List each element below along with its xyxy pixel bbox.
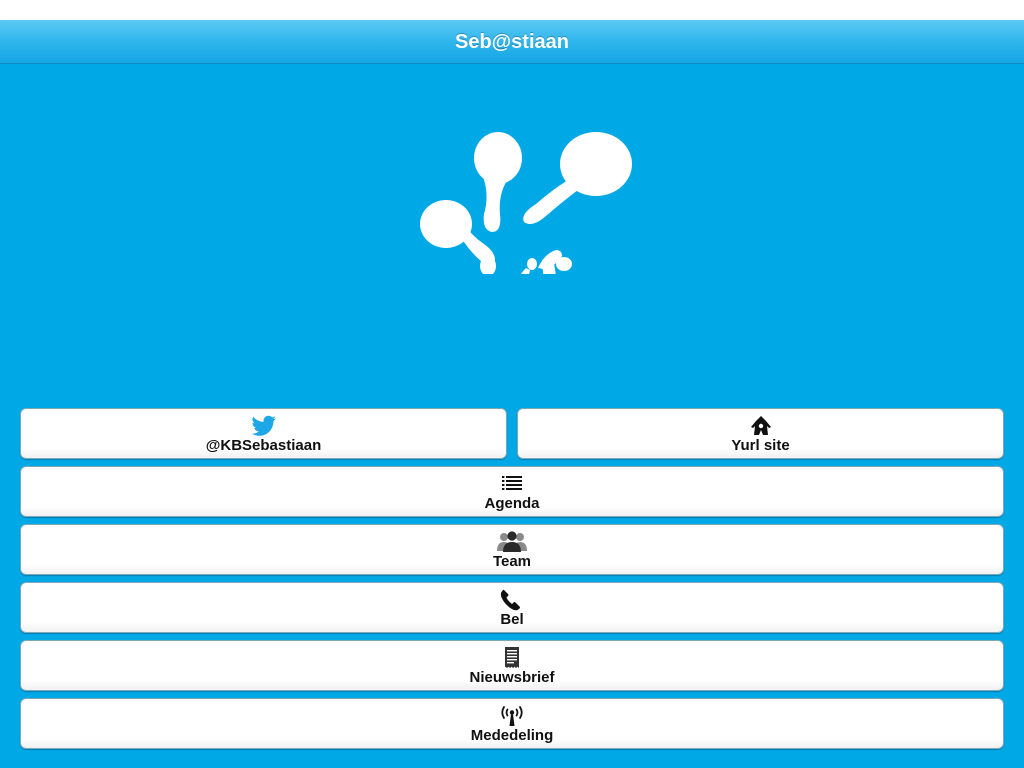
call-button[interactable]: Bel — [20, 582, 1004, 633]
navigation-bar: Seb@stiaan — [0, 20, 1024, 64]
splash-logo-icon — [420, 132, 632, 274]
team-button[interactable]: Team — [20, 524, 1004, 575]
twitter-bird-icon — [251, 415, 276, 436]
agenda-button-label: Agenda — [484, 495, 540, 512]
team-button-label: Team — [492, 553, 532, 570]
newsletter-icon — [505, 647, 519, 668]
twitter-button-label: @KBSebastiaan — [205, 437, 322, 454]
yurl-site-icon — [750, 416, 771, 435]
list-icon — [502, 476, 522, 490]
announcement-button-label: Mededeling — [470, 727, 554, 744]
newsletter-button-label: Nieuwsbrief — [469, 669, 555, 686]
newsletter-button[interactable]: Nieuwsbrief — [20, 640, 1004, 691]
yurl-site-button-label: Yurl site — [731, 437, 790, 454]
yurl-site-button[interactable]: Yurl site — [517, 408, 1004, 459]
announcement-button[interactable]: Mededeling — [20, 698, 1004, 749]
broadcast-antenna-icon — [501, 706, 523, 726]
phone-icon — [500, 589, 520, 611]
twitter-button[interactable]: @KBSebastiaan — [20, 408, 507, 459]
people-icon — [497, 531, 527, 552]
call-button-label: Bel — [500, 611, 524, 628]
agenda-button[interactable]: Agenda — [20, 466, 1004, 517]
status-bar — [0, 0, 1024, 20]
page-title: Seb@stiaan — [455, 31, 569, 53]
